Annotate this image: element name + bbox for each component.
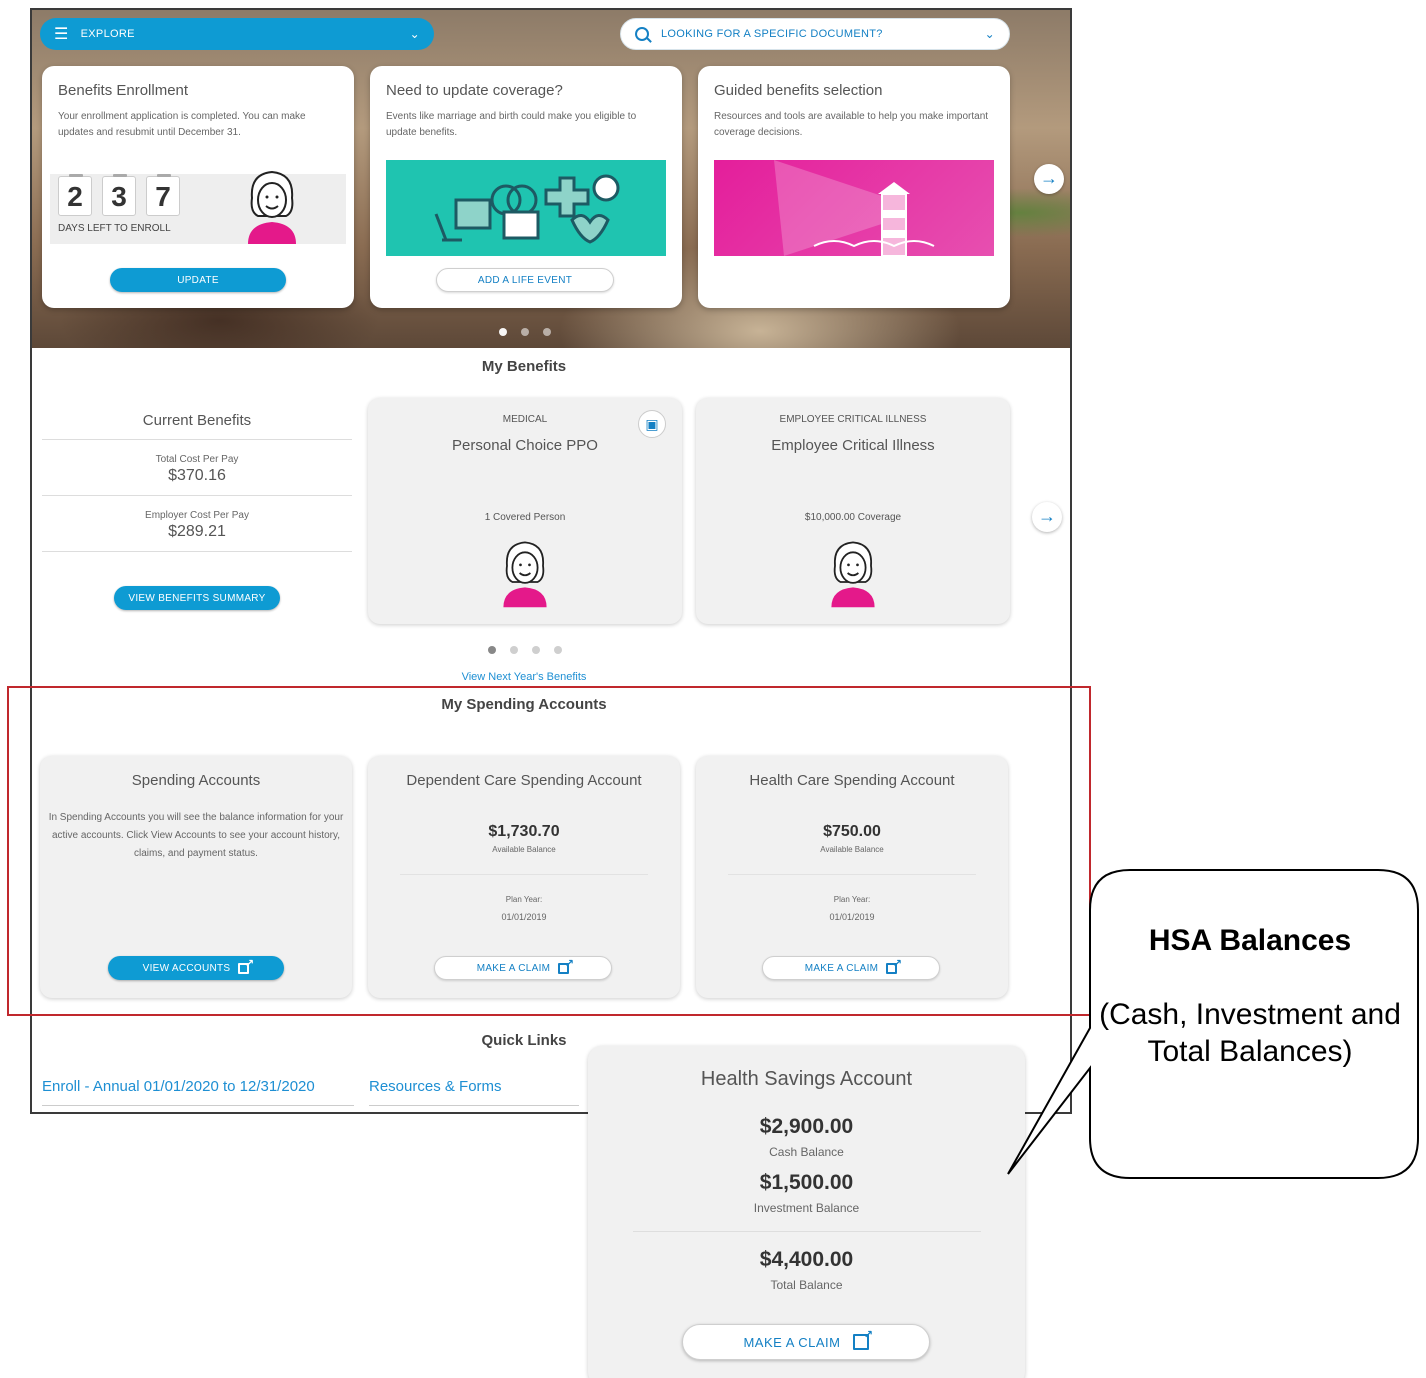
hsa-make-claim-button[interactable]: MAKE A CLAIM <box>682 1324 930 1360</box>
chevron-down-icon: ⌄ <box>409 27 420 41</box>
current-benefits-panel: Current Benefits Total Cost Per Pay $370… <box>42 400 352 620</box>
user-avatar-icon <box>503 541 547 608</box>
total-balance-amount: $4,400.00 <box>759 1248 854 1271</box>
carousel-dot[interactable] <box>488 646 496 654</box>
current-benefits-title: Current Benefits <box>42 400 352 440</box>
employer-cost-value: $289.21 <box>168 523 226 540</box>
card-title: Guided benefits selection <box>714 82 883 99</box>
critical-illness-benefit-card[interactable]: EMPLOYEE CRITICAL ILLNESS Employee Criti… <box>696 398 1010 624</box>
spending-accounts-highlight-box <box>7 686 1091 1016</box>
benefit-name: Employee Critical Illness <box>771 437 935 454</box>
carousel-dot[interactable] <box>532 646 540 654</box>
benefit-name: Personal Choice PPO <box>452 437 598 454</box>
callout-heading: HSA Balances <box>1148 924 1352 957</box>
investment-balance-amount: $1,500.00 <box>759 1171 854 1194</box>
user-avatar-icon <box>831 541 875 608</box>
update-coverage-card: Need to update coverage? Events like mar… <box>370 66 682 308</box>
guided-selection-card: Guided benefits selection Resources and … <box>698 66 1010 308</box>
carousel-dot[interactable] <box>543 328 551 336</box>
explore-menu-button[interactable]: ☰ EXPLORE ⌄ <box>40 18 434 50</box>
countdown-label: DAYS LEFT TO ENROLL <box>58 223 171 234</box>
quick-link-enroll[interactable]: Enroll - Annual 01/01/2020 to 12/31/2020 <box>42 1078 354 1106</box>
quick-link-resources[interactable]: Resources & Forms <box>369 1078 579 1106</box>
hero-next-arrow-icon[interactable]: → <box>1034 164 1064 194</box>
benefit-detail: 1 Covered Person <box>484 512 566 523</box>
benefits-carousel-dots <box>488 646 562 654</box>
divider <box>632 1231 981 1232</box>
chevron-down-icon[interactable]: ⌄ <box>985 27 995 41</box>
user-avatar-icon <box>248 170 296 244</box>
total-cost-row: Total Cost Per Pay $370.16 <box>42 440 352 496</box>
life-events-illustration <box>386 160 666 256</box>
card-title: Need to update coverage? <box>386 82 563 99</box>
plan-details-icon[interactable]: ▣ <box>638 410 666 438</box>
countdown-digit: 3 <box>102 174 136 216</box>
card-title: Health Savings Account <box>700 1068 913 1090</box>
carousel-dot[interactable] <box>521 328 529 336</box>
hero-banner: ☰ EXPLORE ⌄ LOOKING FOR A SPECIFIC DOCUM… <box>32 10 1070 348</box>
update-button[interactable]: UPDATE <box>110 268 286 292</box>
benefits-next-arrow-icon[interactable]: → <box>1032 502 1062 532</box>
benefit-category: EMPLOYEE CRITICAL ILLNESS <box>779 414 927 425</box>
card-title: Benefits Enrollment <box>58 82 189 99</box>
total-cost-label: Total Cost Per Pay <box>155 454 239 465</box>
callout-body: (Cash, Investment and Total Balances) <box>1099 998 1401 1068</box>
card-description: Resources and tools are available to hel… <box>714 111 989 138</box>
button-label: MAKE A CLAIM <box>743 1334 841 1350</box>
carousel-dot[interactable] <box>554 646 562 654</box>
employer-cost-row: Employer Cost Per Pay $289.21 <box>42 496 352 552</box>
total-cost-value: $370.16 <box>168 467 226 484</box>
next-year-benefits-link[interactable]: View Next Year's Benefits <box>32 671 1016 683</box>
medical-benefit-card[interactable]: MEDICAL Personal Choice PPO ▣ 1 Covered … <box>368 398 682 624</box>
card-description: Events like marriage and birth could mak… <box>386 111 637 138</box>
benefit-category: MEDICAL <box>502 414 548 425</box>
document-search-input[interactable]: LOOKING FOR A SPECIFIC DOCUMENT? ⌄ <box>620 18 1010 50</box>
cash-balance-amount: $2,900.00 <box>759 1115 854 1138</box>
card-description: Your enrollment application is completed… <box>58 111 306 138</box>
benefits-enrollment-card: Benefits Enrollment Your enrollment appl… <box>42 66 354 308</box>
total-balance-label: Total Balance <box>770 1278 843 1292</box>
search-placeholder: LOOKING FOR A SPECIFIC DOCUMENT? <box>661 28 883 40</box>
hero-carousel-dots <box>499 328 551 336</box>
hamburger-icon: ☰ <box>54 26 69 43</box>
countdown-digit: 2 <box>58 174 92 216</box>
explore-label: EXPLORE <box>80 28 135 40</box>
my-benefits-heading: My Benefits <box>481 358 567 375</box>
investment-balance-label: Investment Balance <box>753 1201 860 1215</box>
view-benefits-summary-button[interactable]: VIEW BENEFITS SUMMARY <box>114 586 280 610</box>
callout-text: HSA Balances (Cash, Investment and Total… <box>1092 924 1408 1070</box>
add-life-event-button[interactable]: ADD A LIFE EVENT <box>436 268 614 292</box>
cash-balance-label: Cash Balance <box>769 1145 844 1159</box>
carousel-dot[interactable] <box>499 328 507 336</box>
lighthouse-illustration <box>714 160 994 257</box>
carousel-dot[interactable] <box>510 646 518 654</box>
benefit-detail: $10,000.00 Coverage <box>804 512 902 523</box>
health-savings-account-card: Health Savings Account $2,900.00 Cash Ba… <box>588 1046 1025 1378</box>
external-link-icon <box>852 1328 874 1350</box>
countdown-digit: 7 <box>146 174 180 216</box>
employer-cost-label: Employer Cost Per Pay <box>145 510 249 521</box>
search-icon <box>635 27 649 41</box>
